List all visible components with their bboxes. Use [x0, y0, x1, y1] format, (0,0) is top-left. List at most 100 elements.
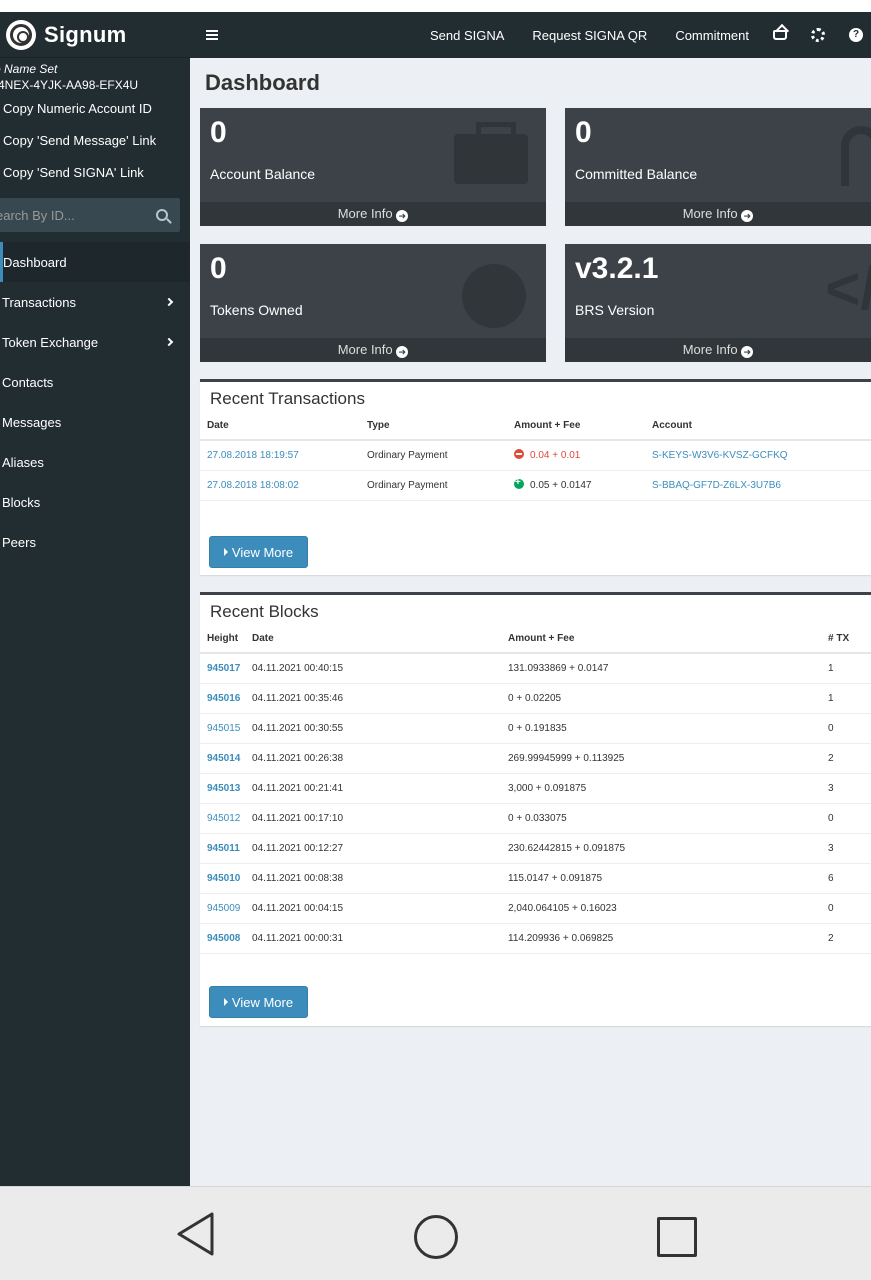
block-amount: 3,000 + 0.091875 — [508, 773, 828, 804]
copy-numeric-id-link[interactable]: Copy Numeric Account ID — [0, 92, 190, 124]
commitment-link[interactable]: Commitment — [675, 28, 749, 43]
more-info-link[interactable]: More Info ➜ — [565, 202, 871, 226]
block-height-link[interactable]: 945008 — [207, 933, 240, 944]
stat-box-tokens-owned: 0 Tokens Owned More Info ➜ — [200, 244, 546, 362]
block-height-link[interactable]: 945009 — [207, 903, 240, 914]
block-tx-count: 3 — [828, 833, 871, 864]
chevron-right-icon — [164, 297, 174, 307]
copy-send-signa-link[interactable]: Copy 'Send SIGNA' Link — [0, 156, 190, 188]
block-date: 04.11.2021 00:26:38 — [252, 743, 508, 774]
sidebar-item-transactions[interactable]: Transactions — [0, 282, 190, 322]
block-date: 04.11.2021 00:21:41 — [252, 773, 508, 804]
arrow-circle-right-icon: ➜ — [741, 346, 754, 358]
sidebar-item-label: Contacts — [2, 374, 54, 390]
copy-send-message-link[interactable]: Copy 'Send Message' Link — [0, 124, 190, 156]
block-height-link[interactable]: 945017 — [207, 663, 240, 674]
block-tx-count: 0 — [828, 713, 871, 744]
blocks-table: Height Date Amount + Fee # TX 945017 04.1… — [200, 627, 871, 954]
recent-blocks-panel: Recent Blocks Height Date Amount + Fee #… — [200, 592, 871, 1026]
main-content: Dashboard 0 Account Balance More Info ➜ … — [190, 58, 871, 1186]
table-row: 945010 04.11.2021 00:08:38 115.0147 + 0.09… — [200, 863, 871, 894]
home-icon[interactable] — [414, 1215, 458, 1259]
column-header: Date — [252, 627, 508, 654]
panel-title: Recent Transactions — [210, 389, 365, 408]
more-info-link[interactable]: More Info ➜ — [565, 338, 871, 362]
account-link[interactable]: S-KEYS-W3V6-KVSZ-GCFKQ — [652, 450, 788, 461]
block-date: 04.11.2021 00:00:31 — [252, 923, 508, 954]
sidebar-item-label: Aliases — [2, 454, 44, 470]
column-header: Type — [367, 414, 514, 441]
request-signa-qr-link[interactable]: Request SIGNA QR — [532, 28, 647, 43]
transaction-date-link[interactable]: 27.08.2018 18:08:02 — [207, 480, 299, 491]
block-height-link[interactable]: 945010 — [207, 873, 240, 884]
view-more-transactions-button[interactable]: View More — [209, 536, 308, 568]
sidebar-item-aliases[interactable]: Aliases — [0, 442, 190, 482]
block-height-link[interactable]: 945016 — [207, 693, 240, 704]
recents-icon[interactable] — [657, 1217, 697, 1257]
sidebar-item-token-exchange[interactable]: Token Exchange — [0, 322, 190, 362]
block-date: 04.11.2021 00:35:46 — [252, 683, 508, 714]
page-title: Dashboard — [205, 70, 320, 95]
stat-box-brs-version: </ v3.2.1 BRS Version More Info ➜ — [565, 244, 871, 362]
sidebar-item-dashboard[interactable]: Dashboard — [0, 242, 190, 282]
block-height-link[interactable]: 945014 — [207, 753, 240, 764]
sidebar-item-label: Blocks — [2, 494, 41, 510]
column-header: Height — [200, 627, 252, 654]
account-link[interactable]: S-BBAQ-GF7D-Z6LX-3U7B6 — [652, 480, 781, 491]
column-header: Account — [652, 414, 871, 441]
brand[interactable]: Signum — [0, 12, 190, 58]
search-icon[interactable] — [156, 209, 168, 221]
block-amount: 269.99945999 + 0.113925 — [508, 743, 828, 774]
block-tx-count: 2 — [828, 743, 871, 774]
block-amount: 230.62442815 + 0.091875 — [508, 833, 828, 864]
stat-box-committed-balance: 0 Committed Balance More Info ➜ — [565, 108, 871, 226]
table-row: 945014 04.11.2021 00:26:38 269.99945999 + … — [200, 743, 871, 774]
table-row: 27.08.2018 18:08:02 Ordinary Payment 0.0… — [200, 470, 871, 501]
search-input[interactable] — [0, 207, 136, 223]
code-icon: </ — [825, 255, 871, 322]
view-more-blocks-button[interactable]: View More — [209, 986, 308, 1018]
pie-chart-icon — [462, 264, 526, 328]
block-date: 04.11.2021 00:30:55 — [252, 713, 508, 744]
android-nav-bar — [0, 1186, 871, 1280]
account-name: o Name Set — [0, 62, 58, 76]
sidebar-item-contacts[interactable]: Contacts — [0, 362, 190, 402]
top-bar: Send SIGNA Request SIGNA QR Commitment ? — [190, 12, 871, 58]
account-address: 4NEX-4YJK-AA98-EFX4U — [0, 78, 139, 92]
signum-logo-icon — [6, 19, 36, 50]
table-row: 27.08.2018 18:19:57 Ordinary Payment 0.0… — [200, 440, 871, 471]
stat-value: 0 — [575, 116, 592, 149]
column-header: Amount + Fee — [508, 627, 828, 654]
sidebar-item-messages[interactable]: Messages — [0, 402, 190, 442]
more-info-link[interactable]: More Info ➜ — [200, 338, 546, 362]
sidebar-item-blocks[interactable]: Blocks — [0, 482, 190, 522]
transaction-amount: 0.04 + 0.01 — [530, 450, 581, 462]
block-height-link[interactable]: 945013 — [207, 783, 240, 794]
more-info-link[interactable]: More Info ➜ — [200, 202, 546, 226]
top-nav: Send SIGNA Request SIGNA QR Commitment ? — [402, 28, 871, 43]
block-height-link[interactable]: 945012 — [207, 813, 240, 824]
block-date: 04.11.2021 00:12:27 — [252, 833, 508, 864]
arrow-circle-right-icon: ➜ — [396, 210, 409, 222]
block-tx-count: 1 — [828, 683, 871, 714]
transaction-amount: 0.05 — [530, 480, 550, 491]
menu-toggle-icon[interactable] — [206, 30, 218, 40]
block-height-link[interactable]: 945011 — [207, 843, 240, 854]
stat-box-account-balance: 0 Account Balance More Info ➜ — [200, 108, 546, 226]
sidebar-item-peers[interactable]: Peers — [0, 522, 190, 562]
plus-circle-icon — [514, 477, 524, 489]
block-amount: 2,040.064105 + 0.16023 — [508, 893, 828, 924]
block-tx-count: 0 — [828, 803, 871, 834]
arrow-circle-right-icon: ➜ — [741, 210, 754, 222]
block-height-link[interactable]: 945015 — [207, 723, 240, 734]
block-date: 04.11.2021 00:17:10 — [252, 803, 508, 834]
block-date: 04.11.2021 00:40:15 — [252, 653, 508, 684]
send-signa-link[interactable]: Send SIGNA — [430, 28, 504, 43]
block-tx-count: 3 — [828, 773, 871, 804]
transaction-date-link[interactable]: 27.08.2018 18:19:57 — [207, 450, 299, 461]
gears-icon[interactable] — [811, 28, 825, 42]
status-bar — [0, 0, 871, 12]
help-icon[interactable]: ? — [849, 28, 863, 42]
table-row: 945012 04.11.2021 00:17:10 0 + 0.033075 0 — [200, 803, 871, 834]
mail-icon[interactable] — [773, 30, 787, 40]
